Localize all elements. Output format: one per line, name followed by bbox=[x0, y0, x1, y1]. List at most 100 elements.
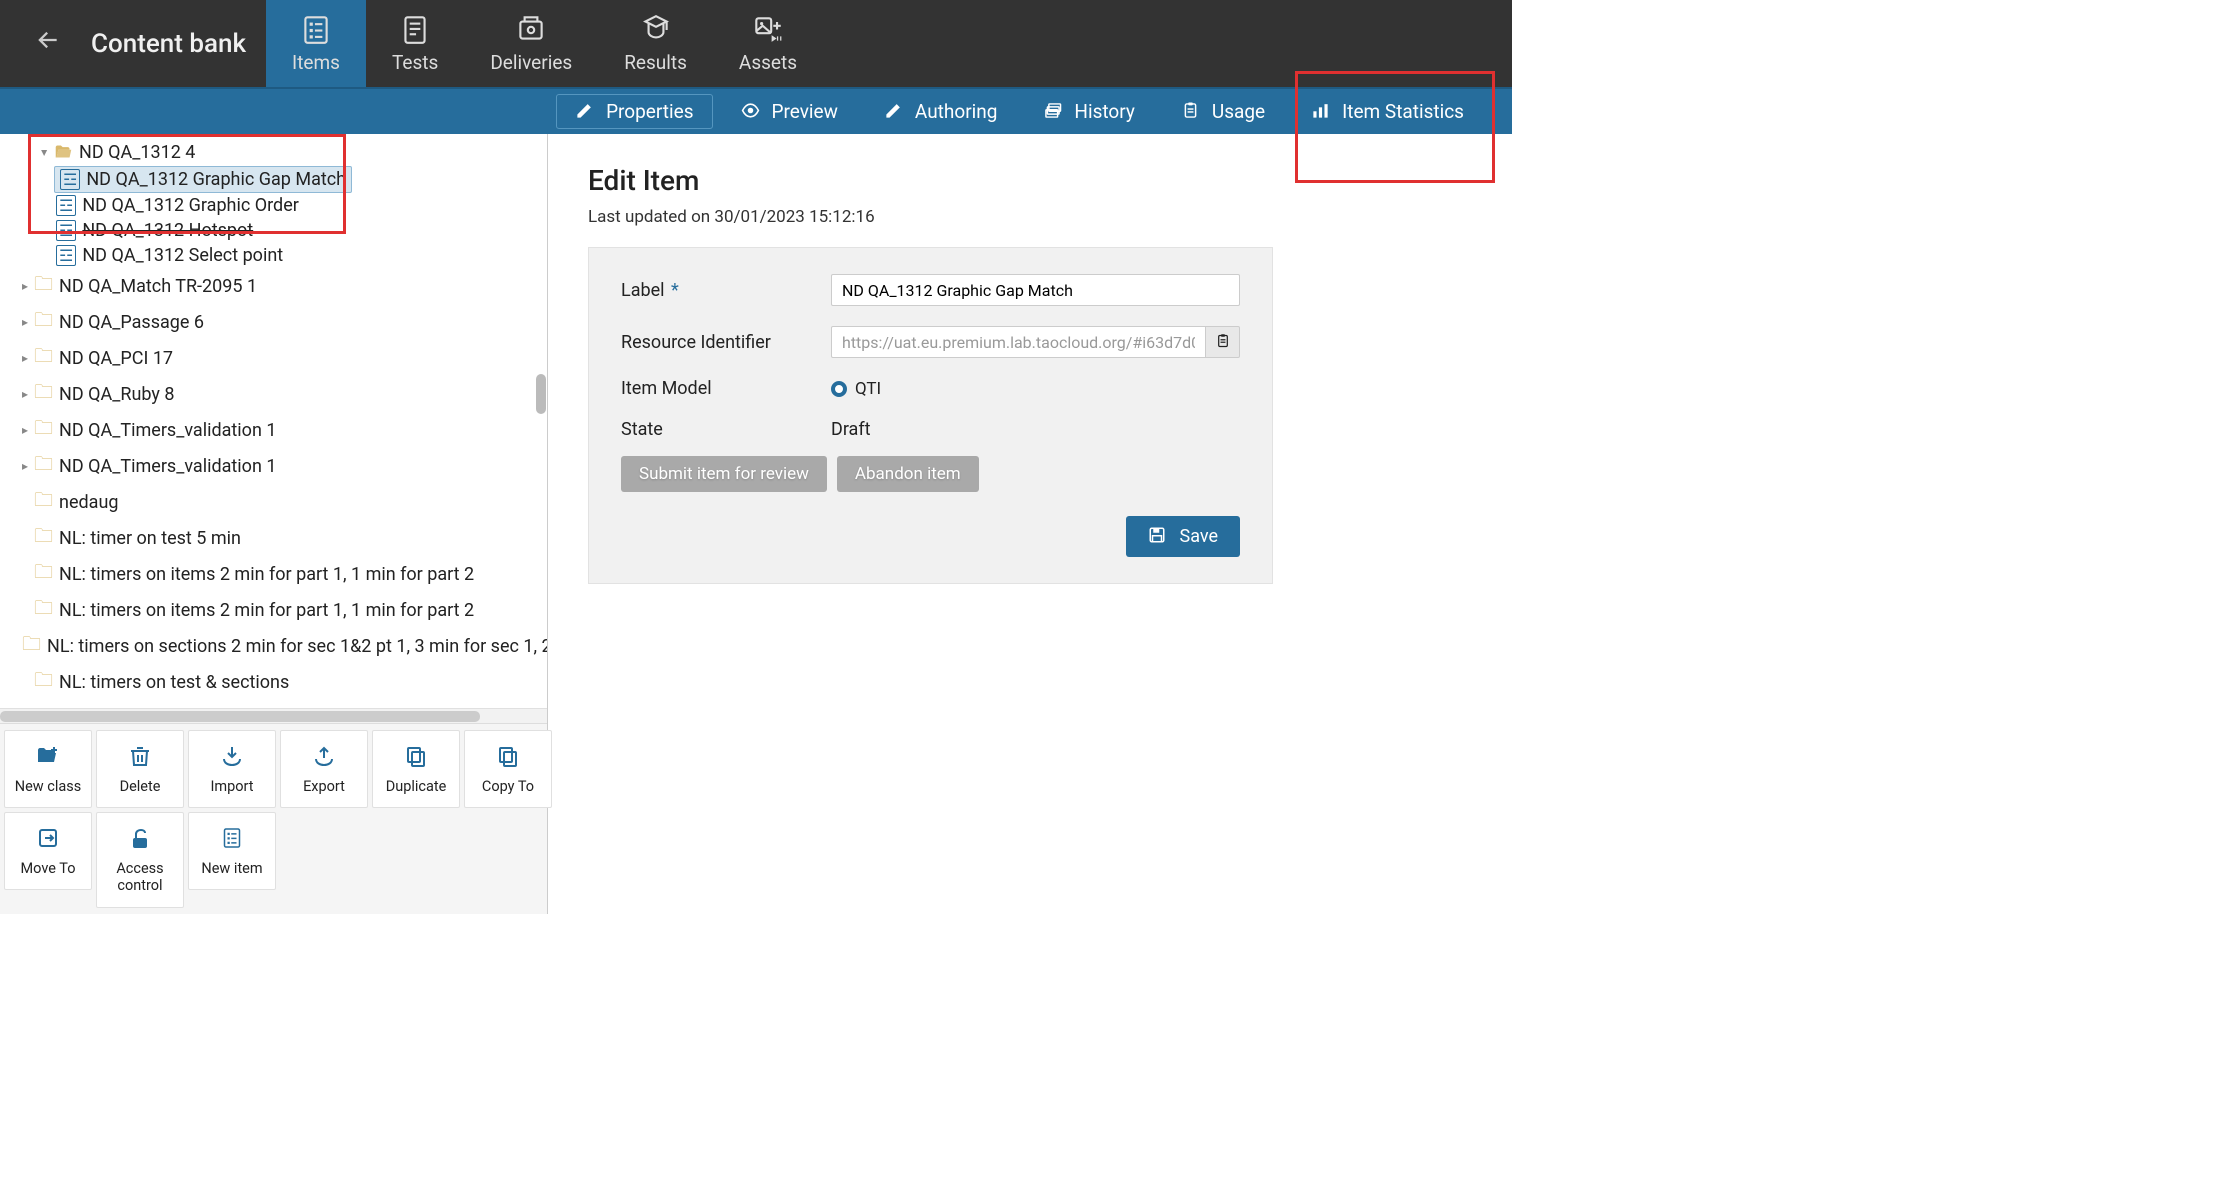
label-field-label: Label * bbox=[621, 280, 831, 301]
new-class-button[interactable]: New class bbox=[4, 730, 92, 808]
folder-open-icon bbox=[54, 141, 73, 164]
lock-open-icon bbox=[128, 826, 152, 854]
save-button-label: Save bbox=[1180, 526, 1219, 547]
item-model-radio-qti[interactable]: QTI bbox=[831, 379, 881, 399]
action-label: Delete bbox=[120, 778, 161, 795]
action-label: Duplicate bbox=[386, 778, 447, 795]
folder-icon: 🗀 bbox=[34, 594, 53, 626]
action-label: New class bbox=[15, 778, 82, 795]
item-label: ND QA_1312 Hotspot bbox=[82, 220, 253, 241]
tree-folder[interactable]: ▸🗀ND QA_Timers_validation 1 bbox=[0, 412, 547, 448]
item-tree[interactable]: ▸ ND QA_1312 4 ☲ ND QA_1312 Graphic Gap … bbox=[0, 134, 547, 708]
folder-label: NL: timers on items 2 min for part 1, 1 … bbox=[59, 600, 474, 621]
item-label: ND QA_1312 Graphic Gap Match bbox=[86, 169, 346, 190]
folder-label: ND QA_Ruby 8 bbox=[59, 384, 175, 405]
access-control-button[interactable]: Access control bbox=[96, 812, 184, 908]
folder-label: NL: timers on sections 2 min for sec 1&2… bbox=[47, 636, 547, 657]
folder-label: ND QA_1312 4 bbox=[79, 142, 195, 163]
move-to-icon bbox=[36, 826, 60, 854]
nav-tab-deliveries[interactable]: Deliveries bbox=[464, 0, 598, 87]
button-label: Item Statistics bbox=[1342, 100, 1464, 123]
usage-button[interactable]: Usage bbox=[1163, 95, 1283, 128]
main-area: ▸ ND QA_1312 4 ☲ ND QA_1312 Graphic Gap … bbox=[0, 134, 1512, 914]
import-button[interactable]: Import bbox=[188, 730, 276, 808]
deck-icon bbox=[1043, 100, 1062, 123]
horizontal-scrollbar[interactable] bbox=[0, 708, 547, 723]
tree-folder[interactable]: ▸🗀ND QA_Match TR-2095 1 bbox=[0, 268, 547, 304]
submit-for-review-button[interactable]: Submit item for review bbox=[621, 456, 827, 492]
action-label: Import bbox=[210, 778, 253, 795]
button-label: Properties bbox=[606, 100, 693, 123]
move-to-button[interactable]: Move To bbox=[4, 812, 92, 890]
item-statistics-button[interactable]: Item Statistics bbox=[1293, 95, 1482, 128]
nav-tab-items[interactable]: Items bbox=[266, 0, 366, 87]
nav-tab-tests[interactable]: Tests bbox=[366, 0, 464, 87]
duplicate-icon bbox=[404, 744, 428, 772]
folder-icon: 🗀 bbox=[34, 378, 53, 410]
tree-item[interactable]: ☲ ND QA_1312 Graphic Order bbox=[0, 193, 547, 218]
tree-folder[interactable]: ▸🗀NL: timers on sections 2 min for sec 1… bbox=[0, 628, 547, 664]
content-panel: Edit Item Last updated on 30/01/2023 15:… bbox=[548, 134, 1512, 914]
copy-identifier-button[interactable] bbox=[1206, 326, 1240, 358]
save-icon bbox=[1148, 526, 1166, 547]
chevron-right-icon[interactable]: ▸ bbox=[16, 279, 34, 293]
item-label: ND QA_1312 Select point bbox=[82, 245, 283, 266]
tree-folder[interactable]: ▸🗀 ND QA_PCI 17 bbox=[0, 340, 547, 376]
chevron-right-icon[interactable]: ▸ bbox=[16, 459, 34, 473]
chevron-right-icon[interactable]: ▸ bbox=[16, 315, 34, 329]
tree-folder[interactable]: ▸🗀nedaug bbox=[0, 484, 547, 520]
identifier-input[interactable] bbox=[831, 326, 1206, 358]
folder-icon: 🗀 bbox=[34, 486, 53, 518]
chevron-down-icon[interactable]: ▸ bbox=[38, 144, 52, 162]
folder-label: ND QA_PCI 17 bbox=[59, 348, 173, 369]
item-icon: ☲ bbox=[56, 220, 76, 241]
tree-folder[interactable]: ▸🗀NL: timers on items 2 min for part 1, … bbox=[0, 592, 547, 628]
folder-label: ND QA_Passage 6 bbox=[59, 312, 204, 333]
chevron-right-icon[interactable]: ▸ bbox=[16, 351, 34, 365]
tree-item[interactable]: ☲ ND QA_1312 Graphic Gap Match bbox=[0, 166, 547, 193]
last-updated-text: Last updated on 30/01/2023 15:12:16 bbox=[588, 207, 1472, 227]
clipboard-icon bbox=[1181, 100, 1200, 123]
pencil-icon bbox=[575, 100, 594, 123]
duplicate-button[interactable]: Duplicate bbox=[372, 730, 460, 808]
state-value: Draft bbox=[831, 419, 871, 440]
folder-icon: 🗀 bbox=[34, 342, 53, 374]
new-class-icon bbox=[36, 744, 60, 772]
tree-folder[interactable]: ▸🗀 ND QA_Ruby 8 bbox=[0, 376, 547, 412]
nav-tab-label: Assets bbox=[739, 51, 797, 74]
preview-button[interactable]: Preview bbox=[723, 95, 856, 128]
folder-icon: 🗀 bbox=[34, 558, 53, 590]
tree-folder[interactable]: ▸🗀ND QA_Passage 6 bbox=[0, 304, 547, 340]
history-button[interactable]: History bbox=[1025, 95, 1152, 128]
tree-folder[interactable]: ▸🗀ND QA_Timers_validation 1 bbox=[0, 448, 547, 484]
tree-item[interactable]: ☲ ND QA_1312 Hotspot bbox=[0, 218, 547, 243]
properties-button[interactable]: Properties bbox=[556, 94, 712, 129]
eye-icon bbox=[741, 100, 760, 123]
scrollbar-thumb[interactable] bbox=[0, 711, 480, 722]
copy-to-button[interactable]: Copy To bbox=[464, 730, 552, 808]
label-input[interactable] bbox=[831, 274, 1240, 306]
folder-label: NL: timer on test 5 min bbox=[59, 528, 241, 549]
chevron-right-icon[interactable]: ▸ bbox=[16, 423, 34, 437]
scrollbar-thumb[interactable] bbox=[536, 374, 546, 414]
required-mark: * bbox=[671, 280, 679, 301]
save-button[interactable]: Save bbox=[1126, 516, 1241, 557]
tree-item[interactable]: ☲ ND QA_1312 Select point bbox=[0, 243, 547, 268]
chevron-right-icon[interactable]: ▸ bbox=[16, 387, 34, 401]
new-item-button[interactable]: New item bbox=[188, 812, 276, 890]
authoring-button[interactable]: Authoring bbox=[866, 95, 1016, 128]
button-label: Authoring bbox=[915, 100, 998, 123]
tree-folder[interactable]: ▸ ND QA_1312 4 bbox=[0, 139, 547, 166]
nav-tab-results[interactable]: Results bbox=[598, 0, 713, 87]
copy-to-icon bbox=[496, 744, 520, 772]
back-arrow-icon[interactable] bbox=[35, 27, 61, 60]
delete-button[interactable]: Delete bbox=[96, 730, 184, 808]
tree-folder[interactable]: ▸🗀NL: timers on items 2 min for part 1, … bbox=[0, 556, 547, 592]
nav-tab-assets[interactable]: Assets bbox=[713, 0, 823, 87]
export-button[interactable]: Export bbox=[280, 730, 368, 808]
abandon-item-button[interactable]: Abandon item bbox=[837, 456, 979, 492]
tree-folder[interactable]: ▸🗀NL: timers on test & sections bbox=[0, 664, 547, 700]
tree-folder[interactable]: ▸🗀NL: timer on test 5 min bbox=[0, 520, 547, 556]
action-label: New item bbox=[201, 860, 262, 877]
button-label: Usage bbox=[1212, 100, 1265, 123]
